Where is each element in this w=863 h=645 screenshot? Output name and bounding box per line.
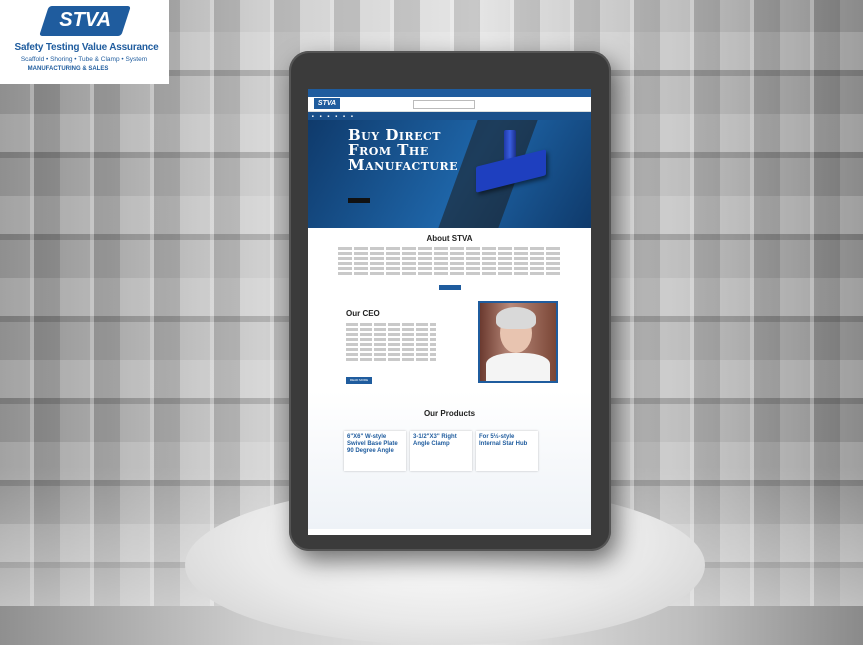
product-cards: 6"X6" W-style Swivel Base Plate 90 Degre… [344, 431, 538, 471]
about-section: About STVA [308, 228, 591, 295]
hero-banner: Buy Direct From The Manufacture [308, 120, 591, 228]
text-line [346, 343, 436, 346]
product-card-title: For 5½-style Internal Star Hub [479, 434, 528, 447]
site-search-input[interactable] [413, 100, 475, 109]
text-line [346, 353, 436, 356]
product-card-title: 6"X6" W-style Swivel Base Plate 90 Degre… [347, 434, 398, 454]
text-line [338, 247, 561, 250]
product-card[interactable]: 6"X6" W-style Swivel Base Plate 90 Degre… [344, 431, 406, 471]
ceo-read-more-button[interactable]: READ MORE [346, 377, 372, 384]
text-line [338, 262, 561, 265]
text-line [338, 267, 561, 270]
tablet-device: STVA ■ ■ ■ ■ ■ ■ Buy Direct From The Manufa… [289, 51, 611, 551]
ceo-title: Our CEO [346, 309, 380, 318]
products-title: Our Products [423, 409, 476, 418]
tablet-screen: STVA ■ ■ ■ ■ ■ ■ Buy Direct From The Manufa… [308, 89, 591, 535]
logo-company-name: Safety Testing Value Assurance [14, 42, 159, 53]
text-line [346, 323, 436, 326]
hero-title: Buy Direct From The Manufacture [348, 126, 459, 174]
logo-subtitle: MANUFACTURING & SALES [27, 66, 109, 72]
nav-item[interactable]: ■ [343, 114, 345, 118]
text-line [346, 338, 436, 341]
site-top-bar [308, 89, 591, 97]
about-read-more-button[interactable] [438, 285, 461, 290]
product-card-title: 3-1/2"X3" Right Angle Clamp [413, 434, 457, 447]
site-header: STVA [308, 97, 591, 112]
logo-badge: STVA [39, 6, 131, 36]
product-card[interactable]: For 5½-style Internal Star Hub [476, 431, 538, 471]
nav-item[interactable]: ■ [328, 114, 330, 118]
nav-item[interactable]: ■ [351, 114, 353, 118]
text-line [346, 328, 436, 331]
ceo-hair [496, 307, 536, 329]
ceo-section: Our CEO READ MORE [308, 295, 591, 391]
site-logo[interactable]: STVA [314, 98, 340, 109]
logo-tagline: Scaffold • Shoring • Tube & Clamp • Syst… [20, 56, 148, 63]
text-line [346, 348, 436, 351]
nav-item[interactable]: ■ [312, 114, 314, 118]
nav-item[interactable]: ■ [335, 114, 337, 118]
text-line [338, 257, 561, 260]
products-section: Our Products 6"X6" W-style Swivel Base P… [308, 391, 591, 529]
ceo-shirt [486, 353, 550, 381]
text-line [346, 333, 436, 336]
product-card[interactable]: 3-1/2"X3" Right Angle Clamp [410, 431, 472, 471]
site-nav: ■ ■ ■ ■ ■ ■ [308, 112, 591, 120]
ceo-text [346, 323, 436, 363]
text-line [338, 252, 561, 255]
stva-logo: STVA Safety Testing Value Assurance Scaf… [0, 0, 169, 84]
text-line [346, 358, 436, 361]
nav-item[interactable]: ■ [320, 114, 322, 118]
ceo-photo [478, 301, 558, 383]
text-line [338, 272, 561, 275]
about-title: About STVA [426, 234, 473, 243]
hero-button[interactable] [348, 198, 370, 203]
